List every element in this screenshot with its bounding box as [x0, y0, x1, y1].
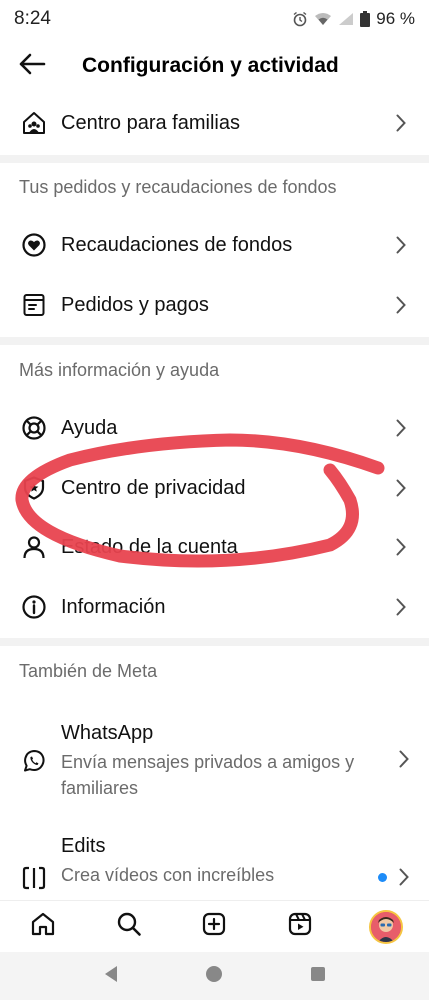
nav-reels[interactable] — [278, 905, 322, 949]
chevron-right-icon — [393, 418, 409, 438]
home-icon — [30, 911, 56, 942]
menu-item-label: Pedidos y pagos — [61, 293, 209, 316]
whatsapp-text: WhatsApp Envía mensajes privados a amigo… — [61, 722, 399, 801]
system-navigation-bar — [0, 952, 429, 1000]
chevron-right-icon — [399, 750, 409, 773]
section-title-more-info: Más información y ayuda — [19, 360, 220, 380]
shield-icon — [20, 474, 48, 502]
home-circle-icon[interactable] — [205, 965, 223, 988]
menu-item-label: Centro de privacidad — [61, 476, 246, 499]
section-divider — [0, 155, 429, 163]
menu-item-help[interactable]: Ayuda — [0, 398, 429, 458]
family-center-icon — [20, 109, 48, 137]
recents-square-icon[interactable] — [310, 966, 326, 987]
menu-item-fundraisers[interactable]: Recaudaciones de fondos — [0, 215, 429, 275]
search-icon — [116, 911, 142, 942]
nav-profile[interactable] — [364, 905, 408, 949]
back-button[interactable] — [4, 38, 60, 94]
battery-level: 96 % — [376, 9, 415, 28]
wifi-icon — [314, 12, 332, 26]
bottom-navigation — [0, 900, 429, 952]
section-divider — [0, 638, 429, 646]
receipt-icon — [20, 291, 48, 319]
reels-icon — [287, 911, 313, 942]
fundraiser-icon — [20, 231, 48, 259]
status-icons: 96 % — [292, 9, 415, 29]
whatsapp-description: Envía mensajes privados a amigos y famil… — [61, 751, 355, 798]
chevron-right-icon — [393, 537, 409, 557]
section-title-orders: Tus pedidos y recaudaciones de fondos — [19, 177, 337, 197]
person-icon — [20, 533, 48, 561]
menu-item-family-center[interactable]: Centro para familias — [0, 93, 429, 153]
chevron-right-icon — [393, 295, 409, 315]
menu-item-label: Información — [61, 595, 166, 618]
chevron-right-icon — [393, 478, 409, 498]
status-bar: 8:24 96 % — [0, 0, 429, 38]
chevron-right-icon — [399, 868, 409, 891]
menu-item-privacy-center[interactable]: Centro de privacidad — [0, 458, 429, 518]
menu-item-label: Ayuda — [61, 416, 118, 439]
chevron-right-icon — [393, 597, 409, 617]
edits-title: Edits — [61, 835, 106, 857]
signal-icon — [338, 12, 354, 26]
alarm-icon — [292, 11, 308, 27]
edits-icon — [20, 864, 48, 892]
menu-item-account-status[interactable]: Estado de la cuenta — [0, 517, 429, 577]
menu-item-label: Centro para familias — [61, 111, 240, 134]
header: Configuración y actividad — [0, 38, 429, 94]
edits-description: Crea vídeos con increíbles — [61, 865, 275, 885]
battery-icon — [360, 11, 371, 27]
chevron-right-icon — [393, 235, 409, 255]
whatsapp-title: WhatsApp — [61, 721, 154, 744]
arrow-left-icon — [18, 53, 46, 80]
menu-item-whatsapp[interactable]: WhatsApp Envía mensajes privados a amigo… — [0, 716, 429, 806]
menu-item-label: Recaudaciones de fondos — [61, 233, 293, 256]
page-title: Configuración y actividad — [82, 54, 339, 77]
menu-item-edits[interactable]: Edits Crea vídeos con increíbles — [0, 835, 429, 905]
avatar — [369, 909, 404, 944]
menu-item-label: Estado de la cuenta — [61, 535, 238, 558]
status-time: 8:24 — [14, 8, 51, 29]
new-badge-dot — [378, 873, 387, 882]
info-icon — [20, 593, 48, 621]
menu-item-orders-payments[interactable]: Pedidos y pagos — [0, 275, 429, 335]
chevron-right-icon — [393, 113, 409, 133]
lifebuoy-icon — [20, 414, 48, 442]
plus-square-icon — [201, 911, 227, 942]
nav-search[interactable] — [107, 905, 151, 949]
whatsapp-icon — [20, 747, 48, 775]
back-triangle-icon[interactable] — [103, 965, 119, 988]
edits-text: Edits Crea vídeos con increíbles — [61, 835, 378, 888]
section-title-also-from-meta: También de Meta — [19, 661, 158, 681]
nav-create[interactable] — [192, 905, 236, 949]
menu-item-about[interactable]: Información — [0, 577, 429, 637]
nav-home[interactable] — [21, 905, 65, 949]
section-divider — [0, 337, 429, 345]
